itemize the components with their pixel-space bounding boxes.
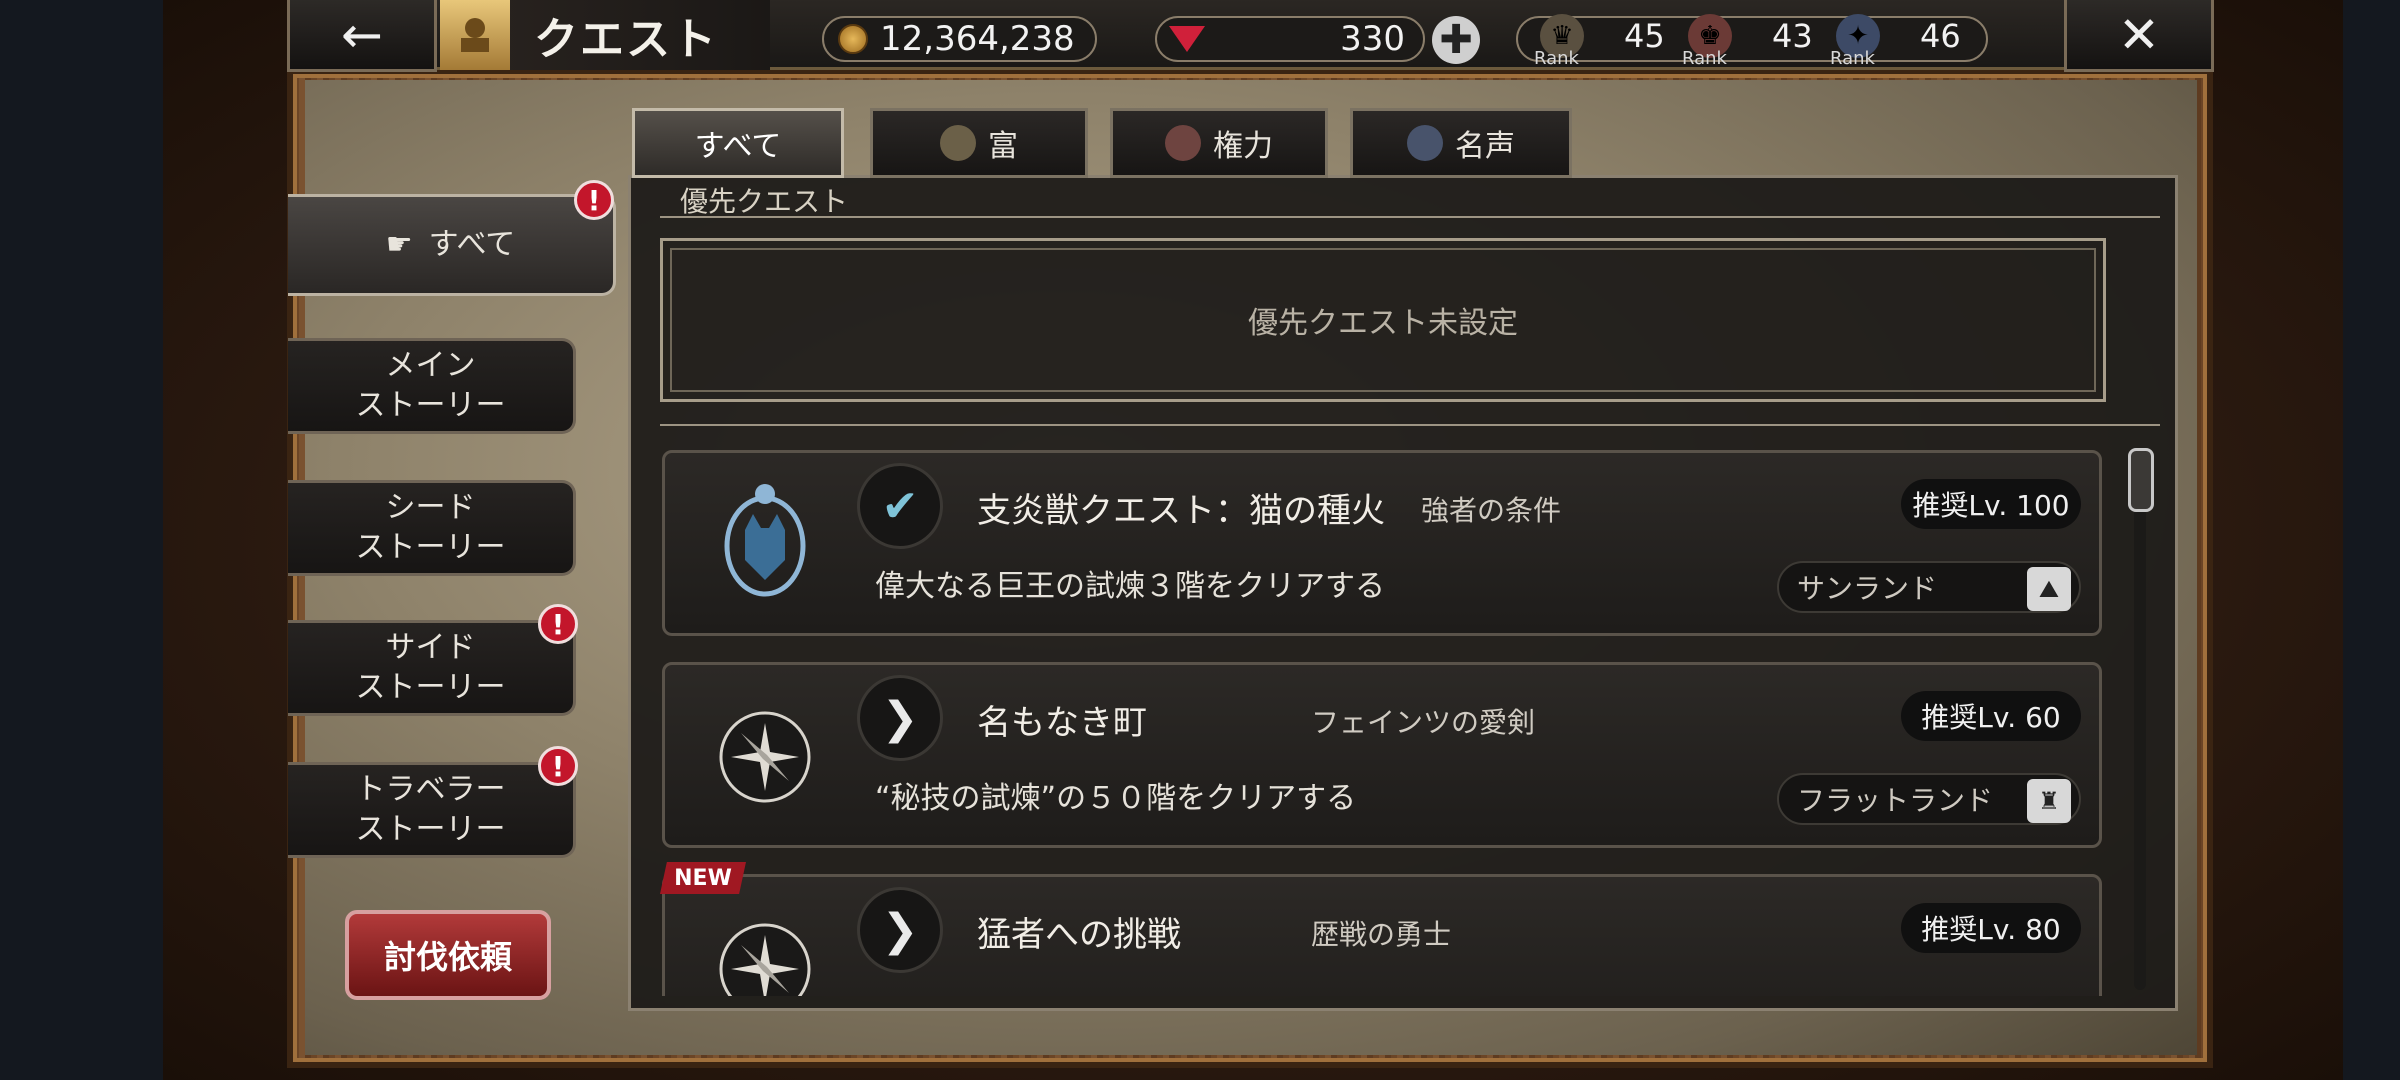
rank-label: Rank (1682, 48, 1727, 69)
location-name: フラットランド (1797, 784, 1994, 817)
rank-fame: ✦ Rank 46 (1830, 14, 1961, 69)
tab-all[interactable]: すべて (632, 108, 844, 178)
sunland-location-icon: ⛰ (2027, 567, 2071, 611)
gold-counter: 12,364,238 (822, 16, 1097, 62)
screen-title-bar: クエスト (440, 0, 770, 70)
tab-wealth[interactable]: 富 (870, 108, 1088, 178)
power-icon (1165, 125, 1201, 161)
scrollbar-thumb[interactable] (2128, 448, 2154, 512)
quest-title: 支炎獣クエスト：猫の種火 (977, 491, 1385, 531)
quest-title: 猛者への挑戦 (977, 915, 1181, 955)
tab-fame[interactable]: 名声 (1350, 108, 1572, 178)
back-button[interactable]: ← (287, 0, 437, 72)
close-button[interactable]: ✕ (2064, 0, 2214, 72)
tab-label: 名声 (1455, 129, 1515, 164)
category-tab-main-story[interactable]: メイン ストーリー (288, 338, 576, 434)
in-progress-arrow-icon: ❯ (857, 675, 943, 761)
cat-beast-badge-icon (717, 483, 813, 607)
recommended-level: 推奨Lv. 100 (1901, 479, 2081, 529)
rank-value: 46 (1920, 17, 1961, 55)
category-label: サイド ストーリー (355, 630, 506, 705)
category-tab-seed-story[interactable]: シード ストーリー (288, 480, 576, 576)
rank-wealth: ♛ Rank 45 (1534, 14, 1665, 69)
compass-badge-icon (717, 695, 813, 819)
priority-quest-slot[interactable]: 優先クエスト未設定 (660, 238, 2106, 402)
tab-label: すべて (694, 129, 782, 164)
gem-amount: 330 (1340, 19, 1405, 59)
in-progress-arrow-icon: ❯ (857, 887, 943, 973)
quest-description: 偉大なる巨王の試煉３階をクリアする (875, 569, 1385, 604)
tab-label: 富 (988, 129, 1018, 164)
quest-subtitle: フェインツの愛剣 (1311, 706, 1536, 739)
recommended-level: 推奨Lv. 60 (1901, 691, 2081, 741)
category-tab-side-story[interactable]: サイド ストーリー (288, 620, 576, 716)
subjugation-label: 討伐依頼 (383, 938, 512, 976)
new-badge: NEW (660, 862, 746, 894)
quest-card[interactable]: ✔ 支炎獣クエスト：猫の種火 強者の条件 推奨Lv. 100 偉大なる巨王の試煉… (662, 450, 2102, 636)
power-rank-icon: ♚ Rank (1682, 14, 1732, 69)
wealth-icon (940, 125, 976, 161)
flatland-tower-icon: ♜ (2027, 779, 2071, 823)
quest-subtitle: 強者の条件 (1421, 494, 1562, 527)
quest-list-clip: ❯ 猛者への挑戦 歴戦の勇士 推奨Lv. 80 (628, 860, 2178, 996)
close-icon: ✕ (2118, 5, 2160, 64)
scrollbar-track[interactable] (2134, 470, 2146, 990)
quest-description: “秘技の試煉”の５０階をクリアする (875, 781, 1357, 816)
gem-counter: 330 (1155, 16, 1425, 62)
rank-value: 45 (1624, 17, 1665, 55)
quest-title: 名もなき町 (977, 703, 1147, 743)
quest-location: サンランド ⛰ (1777, 561, 2081, 613)
recommended-level: 推奨Lv. 80 (1901, 903, 2081, 953)
compass-badge-icon (717, 907, 813, 996)
ruby-gem-icon (1169, 26, 1205, 52)
priority-empty-text: 優先クエスト未設定 (1248, 306, 1518, 341)
alert-badge: ! (538, 604, 578, 644)
tab-label: 権力 (1213, 129, 1273, 164)
quest-location: フラットランド ♜ (1777, 773, 2081, 825)
subjugation-request-button[interactable]: 討伐依頼 (345, 910, 551, 1000)
category-tab-all[interactable]: ☛ すべて (288, 194, 616, 296)
add-gems-button[interactable]: ✚ (1432, 16, 1480, 64)
divider (660, 424, 2160, 426)
category-label: メイン ストーリー (355, 348, 506, 423)
gold-amount: 12,364,238 (880, 19, 1075, 59)
category-label: すべて (428, 227, 516, 262)
rank-label: Rank (1534, 48, 1579, 69)
coin-icon (838, 24, 868, 54)
alert-badge: ! (574, 180, 614, 220)
pointing-hand-icon: ☛ (385, 227, 413, 262)
back-arrow-icon: ← (341, 5, 383, 64)
location-name: サンランド (1797, 572, 1938, 605)
plus-icon: ✚ (1439, 17, 1473, 63)
completed-check-icon: ✔ (857, 463, 943, 549)
alert-badge: ! (538, 746, 578, 786)
quest-card[interactable]: ❯ 名もなき町 フェインツの愛剣 推奨Lv. 60 “秘技の試煉”の５０階をクリ… (662, 662, 2102, 848)
category-label: トラベラー ストーリー (355, 772, 506, 847)
right-letterbox (2343, 0, 2400, 1080)
rank-power: ♚ Rank 43 (1682, 14, 1813, 69)
quest-subtitle: 歴戦の勇士 (1311, 918, 1452, 951)
fame-icon (1407, 125, 1443, 161)
rank-label: Rank (1830, 48, 1875, 69)
category-tab-traveler-story[interactable]: トラベラー ストーリー (288, 762, 576, 858)
priority-quest-label: 優先クエスト (680, 185, 849, 218)
category-label: シード ストーリー (355, 490, 506, 565)
left-letterbox (0, 0, 163, 1080)
divider (660, 216, 2160, 218)
fame-rank-icon: ✦ Rank (1830, 14, 1880, 69)
tab-power[interactable]: 権力 (1110, 108, 1328, 178)
quest-emblem-icon (440, 0, 510, 70)
rank-value: 43 (1772, 17, 1813, 55)
wealth-rank-icon: ♛ Rank (1534, 14, 1584, 69)
quest-card[interactable]: ❯ 猛者への挑戦 歴戦の勇士 推奨Lv. 80 (662, 874, 2102, 996)
screen-title: クエスト (534, 14, 718, 65)
